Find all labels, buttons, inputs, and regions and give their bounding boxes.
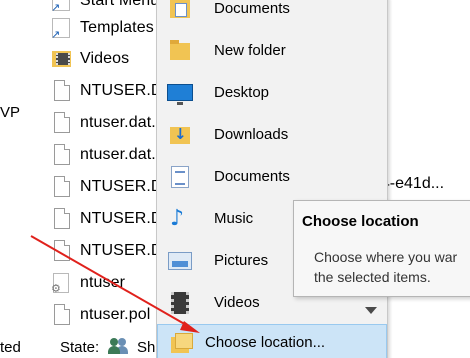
- menu-item-label: Pictures: [214, 252, 269, 269]
- desktop-icon: [167, 80, 193, 106]
- menu-item-label: Choose location...: [205, 334, 326, 351]
- file-name: ntuser.pol: [80, 306, 151, 323]
- menu-item-documents-folder[interactable]: Documents: [157, 0, 387, 30]
- choose-location-icon: [168, 331, 194, 357]
- file-name: Videos: [80, 50, 130, 67]
- music-icon: ♪: [170, 206, 185, 231]
- column-fragment: VP: [0, 104, 21, 121]
- pictures-icon: [167, 248, 193, 274]
- video-folder-icon: [50, 47, 72, 71]
- tooltip-title: Choose location: [302, 213, 419, 230]
- shortcut-icon: [50, 0, 72, 14]
- tooltip-body: Choose where you war the selected items.: [314, 247, 470, 287]
- document-icon: [50, 303, 72, 327]
- document-icon: [50, 111, 72, 135]
- choose-location-tooltip: Choose location Choose where you war the…: [293, 200, 470, 297]
- menu-item-label: New folder: [214, 42, 286, 59]
- menu-item-label: Downloads: [214, 126, 289, 143]
- downloads-icon: [167, 122, 193, 148]
- file-name: Templates: [80, 19, 154, 36]
- file-row-videos[interactable]: Videos: [50, 44, 129, 74]
- move-to-dropdown-menu: Documents New folder Desktop Downloads D…: [156, 0, 388, 358]
- state-value: Sh: [137, 339, 156, 356]
- document-icon: [50, 79, 72, 103]
- file-row-ntuser[interactable]: ntuser: [50, 268, 125, 298]
- document-icon: [50, 143, 72, 167]
- menu-item-label: Documents: [214, 168, 290, 185]
- file-row-templates[interactable]: Templates: [50, 13, 154, 43]
- tooltip-line: the selected items.: [314, 269, 431, 285]
- file-row-ntuser-pol[interactable]: ntuser.pol: [50, 300, 150, 330]
- menu-item-label: Videos: [214, 294, 260, 311]
- menu-item-documents[interactable]: Documents: [157, 156, 387, 198]
- menu-item-choose-location[interactable]: Choose location...: [157, 324, 387, 358]
- status-fragment: ted: [0, 339, 21, 356]
- menu-item-label: Documents: [214, 0, 290, 17]
- scroll-down-arrow-icon[interactable]: [363, 305, 379, 317]
- menu-item-label: Music: [214, 210, 254, 227]
- file-name: ntuser: [80, 274, 126, 291]
- menu-item-new-folder[interactable]: New folder: [157, 30, 387, 72]
- documents-icon: [167, 164, 193, 190]
- document-icon: [50, 175, 72, 199]
- menu-item-label: Desktop: [214, 84, 270, 101]
- settings-document-icon: [50, 271, 72, 295]
- menu-item-downloads[interactable]: Downloads: [157, 114, 387, 156]
- state-label: State:: [60, 339, 100, 356]
- tooltip-line: Choose where you war: [314, 249, 458, 265]
- shortcut-icon: [50, 16, 72, 41]
- shared-users-icon: [108, 336, 130, 356]
- document-icon: [50, 239, 72, 263]
- document-icon: [50, 207, 72, 231]
- documents-folder-icon: [167, 0, 193, 22]
- videos-icon: [167, 290, 193, 316]
- menu-item-desktop[interactable]: Desktop: [157, 72, 387, 114]
- folder-icon: [167, 38, 193, 64]
- file-name: Start Menu: [80, 0, 160, 9]
